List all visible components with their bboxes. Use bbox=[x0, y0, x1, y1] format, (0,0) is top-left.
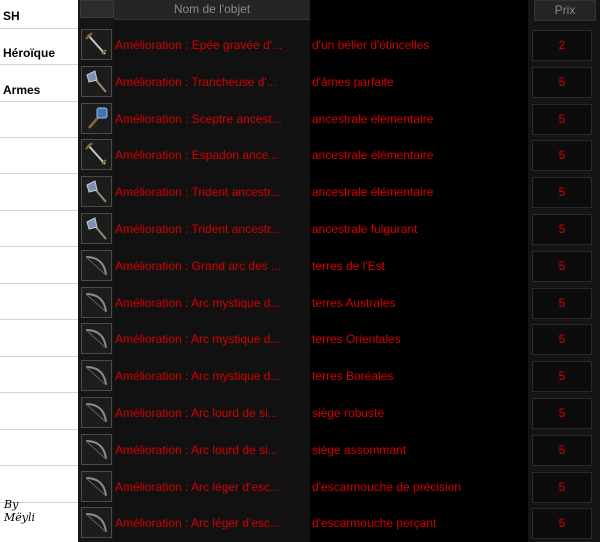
axe-icon[interactable] bbox=[81, 65, 112, 97]
item-price: 5 bbox=[558, 442, 566, 457]
item-name-suffix: siège assommant bbox=[312, 442, 407, 457]
item-name[interactable]: Amélioration : Arc léger d'esc... bbox=[115, 469, 310, 506]
item-row[interactable]: Amélioration : Trident ancestr... ancestr… bbox=[78, 211, 600, 248]
sword-icon[interactable] bbox=[81, 139, 112, 171]
bow-icon[interactable] bbox=[81, 360, 112, 392]
item-row[interactable]: Amélioration : Arc lourd de si... siège a… bbox=[78, 432, 600, 469]
item-name-suffix: terres de l'Est bbox=[312, 258, 385, 273]
bow-icon[interactable] bbox=[81, 397, 112, 428]
item-name-suffix: terres Orientales bbox=[312, 332, 401, 347]
signature-by: By bbox=[4, 498, 19, 511]
sidebar-divider bbox=[0, 101, 78, 102]
item-price: 5 bbox=[558, 332, 566, 347]
item-name[interactable]: Amélioration : Trident ancestr... bbox=[115, 211, 310, 248]
column-header-name[interactable]: Nom de l'objet bbox=[114, 0, 310, 20]
item-name-suffix: ancestrale élémentaire bbox=[312, 111, 434, 126]
item-name-suffix: d'un bélier d'étincelles bbox=[312, 38, 430, 52]
item-name[interactable]: Amélioration : Arc mystique d... bbox=[115, 285, 310, 322]
sword-icon[interactable] bbox=[81, 29, 112, 60]
sidebar-divider bbox=[0, 246, 78, 247]
item-row[interactable]: Amélioration : Arc mystique d... terres B… bbox=[78, 358, 600, 395]
sidebar-label-sh: SH bbox=[3, 9, 20, 23]
sidebar-label-armes: Armes bbox=[3, 83, 41, 97]
item-row[interactable]: Amélioration : Arc léger d'esc... d'escar… bbox=[78, 505, 600, 542]
item-price: 5 bbox=[558, 111, 566, 126]
sidebar-divider bbox=[0, 283, 78, 284]
sidebar-divider bbox=[0, 173, 78, 174]
bow-icon[interactable] bbox=[81, 433, 112, 465]
item-name[interactable]: Amélioration : Arc mystique d... bbox=[115, 321, 310, 358]
item-name-suffix: d'escarmouche de précision bbox=[312, 479, 462, 494]
item-row[interactable]: Amélioration : Arc mystique d... terres O… bbox=[78, 321, 600, 358]
signature-author: Mëyli bbox=[4, 511, 36, 524]
item-row[interactable]: Amélioration : Sceptre ancest... ancestra… bbox=[78, 101, 600, 138]
item-price: 5 bbox=[558, 258, 566, 273]
item-price: 5 bbox=[558, 516, 566, 531]
bow-icon[interactable] bbox=[81, 470, 112, 502]
item-row[interactable]: Amélioration : Epée gravée d'... d'un bél… bbox=[78, 27, 600, 64]
item-row[interactable]: Amélioration : Arc lourd de si... siège r… bbox=[78, 395, 600, 432]
item-name[interactable]: Amélioration : Arc léger d'esc... bbox=[115, 505, 310, 542]
sidebar-divider bbox=[0, 392, 78, 393]
item-price: 5 bbox=[558, 479, 566, 494]
item-name[interactable]: Amélioration : Arc mystique d... bbox=[115, 358, 310, 395]
item-price: 5 bbox=[558, 185, 566, 200]
item-name-suffix: ancestrale élémentaire bbox=[312, 148, 434, 163]
item-price: 5 bbox=[558, 295, 566, 310]
item-name-suffix: d'âmes parfaite bbox=[312, 74, 394, 89]
item-name-suffix: ancestrale élémentaire bbox=[312, 185, 434, 200]
item-price: 2 bbox=[558, 38, 566, 52]
item-price: 5 bbox=[558, 222, 566, 236]
sidebar-divider bbox=[0, 465, 78, 466]
item-row[interactable]: Amélioration : Grand arc des ... terres d… bbox=[78, 248, 600, 285]
sidebar-divider bbox=[0, 429, 78, 430]
sidebar-divider bbox=[0, 137, 78, 138]
axe-icon[interactable] bbox=[81, 213, 112, 244]
header-corner bbox=[80, 0, 114, 18]
scepter-icon[interactable] bbox=[81, 102, 112, 134]
item-row[interactable]: Amélioration : Trident ancestr... ancestr… bbox=[78, 174, 600, 211]
signature: By Mëyli bbox=[4, 498, 35, 524]
item-name[interactable]: Amélioration : Espadon ance... bbox=[115, 137, 310, 174]
bow-icon[interactable] bbox=[81, 323, 112, 355]
bow-icon[interactable] bbox=[81, 286, 112, 318]
item-price: 5 bbox=[558, 74, 566, 89]
item-name[interactable]: Amélioration : Trident ancestr... bbox=[115, 174, 310, 211]
bow-icon[interactable] bbox=[81, 507, 112, 539]
item-price: 5 bbox=[558, 406, 566, 420]
item-row[interactable]: Amélioration : Arc mystique d... terres A… bbox=[78, 285, 600, 322]
bow-icon[interactable] bbox=[81, 249, 112, 281]
axe-icon[interactable] bbox=[81, 176, 112, 208]
item-name-suffix: siège robuste bbox=[312, 406, 385, 420]
item-name[interactable]: Amélioration : Trancheuse d'... bbox=[115, 64, 310, 101]
item-name-suffix: ancestrale fulgurant bbox=[312, 222, 418, 236]
sidebar-divider bbox=[0, 28, 78, 29]
sidebar-divider bbox=[0, 356, 78, 357]
item-name[interactable]: Amélioration : Arc lourd de si... bbox=[115, 432, 310, 469]
item-name-suffix: terres Boréales bbox=[312, 369, 394, 384]
sidebar: SH Héroïque Armes By Mëyli bbox=[0, 0, 78, 542]
item-row[interactable]: Amélioration : Espadon ance... ancestrale… bbox=[78, 137, 600, 174]
item-name[interactable]: Amélioration : Epée gravée d'... bbox=[115, 27, 310, 64]
sidebar-divider bbox=[0, 64, 78, 65]
sidebar-divider bbox=[0, 319, 78, 320]
item-row[interactable]: Amélioration : Arc léger d'esc... d'escar… bbox=[78, 469, 600, 506]
sidebar-label-heroique: Héroïque bbox=[3, 46, 56, 60]
column-header-price[interactable]: Prix bbox=[534, 0, 596, 21]
item-price: 5 bbox=[558, 148, 566, 163]
item-name-suffix: terres Australes bbox=[312, 295, 396, 310]
item-name-suffix: d'escarmouche perçant bbox=[312, 516, 437, 531]
item-name[interactable]: Amélioration : Grand arc des ... bbox=[115, 248, 310, 285]
item-price: 5 bbox=[558, 369, 566, 384]
item-row[interactable]: Amélioration : Trancheuse d'... d'âmes pa… bbox=[78, 64, 600, 101]
sidebar-divider bbox=[0, 210, 78, 211]
item-name[interactable]: Amélioration : Arc lourd de si... bbox=[115, 395, 310, 432]
item-name[interactable]: Amélioration : Sceptre ancest... bbox=[115, 101, 310, 138]
